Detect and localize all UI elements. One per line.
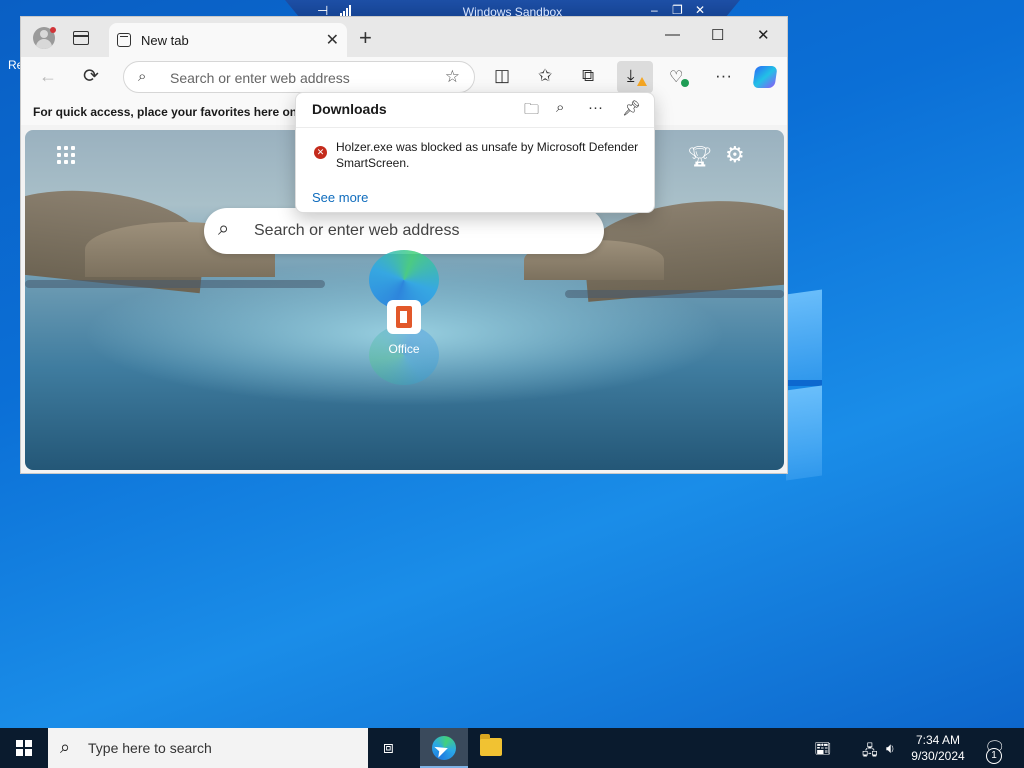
background-shore <box>565 290 784 298</box>
background-shore <box>25 280 325 288</box>
see-more-link[interactable]: See more <box>312 190 368 205</box>
close-button[interactable]: ✕ <box>757 26 770 44</box>
back-button[interactable]: ← <box>39 66 57 87</box>
taskbar-search-placeholder: Type here to search <box>88 740 212 756</box>
sandbox-minimize-button[interactable]: – <box>651 3 658 17</box>
favorites-star-icon[interactable]: ☆ <box>445 67 460 87</box>
split-screen-icon[interactable]: ◫ <box>494 66 510 86</box>
office-quick-link-label[interactable]: Office <box>377 342 431 356</box>
taskbar-search-box[interactable]: ⌕ Type here to search <box>48 728 368 768</box>
more-icon[interactable]: ··· <box>715 66 732 86</box>
apps-grid-icon[interactable] <box>57 146 77 166</box>
search-icon: ⌕ <box>138 68 147 85</box>
taskbar: ⌕ Type here to search ⧈ ➤ 📰︎ 🖧 🔉︎ 7:34 A… <box>0 728 1024 768</box>
sandbox-restore-button[interactable]: ❐ <box>672 3 683 17</box>
downloads-title: Downloads <box>312 101 387 117</box>
address-bar[interactable]: ⌕ Search or enter web address ☆ <box>123 61 475 93</box>
tab-actions-icon[interactable] <box>73 31 89 45</box>
download-icon: ⤓ <box>627 66 635 85</box>
reload-button[interactable]: ⟳ <box>83 65 99 88</box>
ntp-search-placeholder: Search or enter web address <box>254 222 460 239</box>
minimize-button[interactable]: — <box>665 26 680 43</box>
volume-icon[interactable]: 🔉︎ <box>886 740 895 757</box>
new-tab-button[interactable]: + <box>359 25 372 51</box>
copilot-icon[interactable] <box>752 66 778 88</box>
office-icon <box>396 306 412 328</box>
windows-start-icon[interactable] <box>16 740 32 756</box>
tab-new-tab[interactable]: New tab ✕ <box>109 23 347 57</box>
network-icon[interactable]: 🖧 <box>862 740 878 764</box>
sandbox-close-button[interactable]: ✕ <box>695 3 705 17</box>
clock-date: 9/30/2024 <box>911 749 965 763</box>
more-icon[interactable]: ··· <box>588 99 603 116</box>
pin-icon[interactable]: 📌︎ <box>622 99 641 117</box>
favicon-icon <box>117 33 131 47</box>
notification-count-badge: 1 <box>986 748 1002 764</box>
search-icon: ⌕ <box>218 218 230 240</box>
ntp-search-box[interactable]: ⌕ Search or enter web address <box>204 208 604 254</box>
folder-icon[interactable]: 🗀︎ <box>524 99 539 124</box>
collections-icon[interactable]: ⧉ <box>582 66 594 86</box>
maximize-button[interactable]: ☐ <box>711 26 724 44</box>
settings-gear-icon[interactable]: ⚙ <box>725 142 745 168</box>
favorites-bar-message: For quick access, place your favorites h… <box>33 105 312 119</box>
file-explorer-icon[interactable] <box>480 734 502 756</box>
windows-wallpaper-logo <box>786 288 824 481</box>
favorites-icon[interactable]: ✩ <box>538 66 552 86</box>
divider <box>296 127 654 128</box>
profile-alert-dot <box>50 27 56 33</box>
tab-strip: New tab ✕ + — ☐ ✕ <box>21 17 787 57</box>
tab-close-button[interactable]: ✕ <box>326 30 339 50</box>
address-placeholder: Search or enter web address <box>170 70 350 86</box>
task-view-icon[interactable]: ⧈ <box>383 738 394 758</box>
rewards-trophy-icon[interactable]: 🏆︎ <box>687 144 712 169</box>
office-quick-link[interactable] <box>387 300 421 334</box>
clock-time: 7:34 AM <box>915 733 961 747</box>
search-icon: ⌕ <box>60 737 71 757</box>
news-icon[interactable]: 📰︎ <box>814 740 832 757</box>
edge-browser-window: New tab ✕ + — ☐ ✕ ← ⟳ ⌕ Search or enter … <box>20 16 788 474</box>
download-item-message[interactable]: Holzer.exe was blocked as unsafe by Micr… <box>336 139 646 171</box>
system-clock[interactable]: 7:34 AM 9/30/2024 <box>906 732 970 764</box>
warning-badge-icon <box>637 77 647 86</box>
error-icon: ✕ <box>314 146 327 159</box>
essentials-status-dot <box>681 79 689 87</box>
downloads-flyout: Downloads 🗀︎ ⌕ ··· 📌︎ ✕ Holzer.exe was b… <box>295 92 655 213</box>
tab-label: New tab <box>141 33 189 48</box>
search-icon[interactable]: ⌕ <box>556 99 564 116</box>
downloads-button[interactable]: ⤓ <box>617 61 653 93</box>
